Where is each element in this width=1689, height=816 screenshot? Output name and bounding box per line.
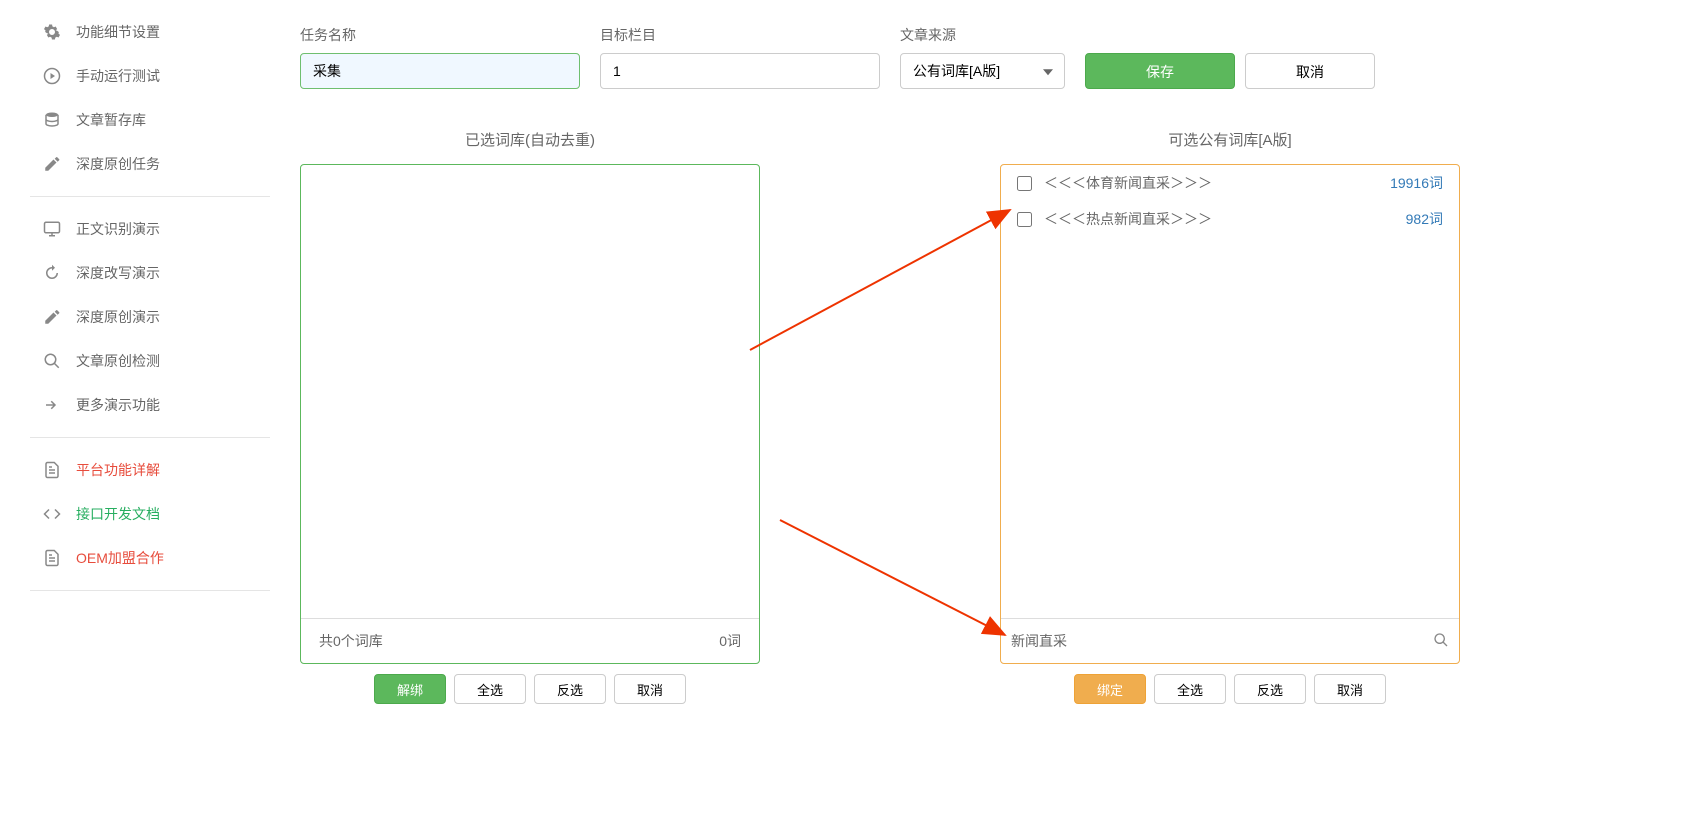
wordlib-checkbox[interactable] — [1017, 176, 1032, 191]
task-name-input[interactable] — [300, 53, 580, 89]
search-input[interactable] — [1011, 633, 1433, 649]
task-name-label: 任务名称 — [300, 25, 580, 45]
footer-count: 共0个词库 — [319, 631, 383, 651]
cancel-button[interactable]: 取消 — [1314, 674, 1386, 704]
sidebar-divider — [30, 590, 270, 591]
right-panel-wrap: 可选公有词库[A版] ＜＜＜体育新闻直采＞＞＞ 19916词 ＜＜＜热点新闻直采… — [1000, 129, 1460, 704]
sidebar-item-api-docs[interactable]: 接口开发文档 — [30, 492, 270, 536]
selected-wordlib-body — [301, 165, 759, 618]
share-icon — [40, 396, 64, 414]
database-icon — [40, 111, 64, 129]
available-wordlib-panel: ＜＜＜体育新闻直采＞＞＞ 19916词 ＜＜＜热点新闻直采＞＞＞ 982词 — [1000, 164, 1460, 664]
wordlib-item[interactable]: ＜＜＜体育新闻直采＞＞＞ 19916词 — [1001, 165, 1459, 201]
sidebar-item-platform-docs[interactable]: 平台功能详解 — [30, 448, 270, 492]
sidebar-label: 深度原创任务 — [76, 154, 160, 174]
sidebar-divider — [30, 437, 270, 438]
sidebar-divider — [30, 196, 270, 197]
wordlib-count: 982词 — [1406, 209, 1443, 229]
sidebar-item-more-demo[interactable]: 更多演示功能 — [30, 383, 270, 427]
source-label: 文章来源 — [900, 25, 1065, 45]
sidebar-item-oem[interactable]: OEM加盟合作 — [30, 536, 270, 580]
unbind-button[interactable]: 解绑 — [374, 674, 446, 704]
source-select[interactable]: 公有词库[A版] — [900, 53, 1065, 89]
main-content: 任务名称 目标栏目 文章来源 公有词库[A版] 保存 取消 已选词库(自动去重) — [300, 25, 1649, 704]
left-panel-buttons: 解绑 全选 反选 取消 — [300, 674, 760, 704]
right-panel-title: 可选公有词库[A版] — [1000, 129, 1460, 150]
sidebar-item-article-store[interactable]: 文章暂存库 — [30, 98, 270, 142]
right-panel-buttons: 绑定 全选 反选 取消 — [1000, 674, 1460, 704]
cancel-button[interactable]: 取消 — [1245, 53, 1375, 89]
sidebar-item-original-demo[interactable]: 深度原创演示 — [30, 295, 270, 339]
gears-icon — [40, 23, 64, 41]
form-actions: 保存 取消 — [1085, 25, 1375, 89]
wordlib-checkbox[interactable] — [1017, 212, 1032, 227]
wordlib-item[interactable]: ＜＜＜热点新闻直采＞＞＞ 982词 — [1001, 201, 1459, 237]
available-wordlib-search — [1001, 618, 1459, 663]
select-all-button[interactable]: 全选 — [454, 674, 526, 704]
form-group-source: 文章来源 公有词库[A版] — [900, 25, 1065, 89]
sidebar-label: OEM加盟合作 — [76, 548, 164, 568]
wordlib-name: ＜＜＜热点新闻直采＞＞＞ — [1044, 209, 1406, 229]
selected-wordlib-panel: 共0个词库 0词 — [300, 164, 760, 664]
target-column-input[interactable] — [600, 53, 880, 89]
edit-icon — [40, 308, 64, 326]
left-panel-title: 已选词库(自动去重) — [300, 129, 760, 150]
sidebar-item-detect[interactable]: 文章原创检测 — [30, 339, 270, 383]
invert-button[interactable]: 反选 — [1234, 674, 1306, 704]
sidebar-label: 接口开发文档 — [76, 504, 160, 524]
sidebar-label: 手动运行测试 — [76, 66, 160, 86]
doc-icon — [40, 549, 64, 567]
search-icon[interactable] — [1433, 632, 1449, 651]
refresh-icon — [40, 264, 64, 282]
sidebar-label: 正文识别演示 — [76, 219, 160, 239]
sidebar-item-settings[interactable]: 功能细节设置 — [30, 10, 270, 54]
sidebar: 功能细节设置 手动运行测试 文章暂存库 深度原创任务 正文识别演示 深度改写演示… — [30, 10, 270, 601]
sidebar-label: 深度原创演示 — [76, 307, 160, 327]
invert-button[interactable]: 反选 — [534, 674, 606, 704]
sidebar-label: 平台功能详解 — [76, 460, 160, 480]
panels-row: 已选词库(自动去重) 共0个词库 0词 解绑 全选 反选 取消 可选公有词库[A… — [300, 129, 1649, 704]
sidebar-item-manual-run[interactable]: 手动运行测试 — [30, 54, 270, 98]
available-wordlib-body: ＜＜＜体育新闻直采＞＞＞ 19916词 ＜＜＜热点新闻直采＞＞＞ 982词 — [1001, 165, 1459, 618]
sidebar-label: 文章暂存库 — [76, 110, 146, 130]
target-column-label: 目标栏目 — [600, 25, 880, 45]
sidebar-label: 更多演示功能 — [76, 395, 160, 415]
form-row: 任务名称 目标栏目 文章来源 公有词库[A版] 保存 取消 — [300, 25, 1649, 89]
doc-icon — [40, 461, 64, 479]
wordlib-count: 19916词 — [1390, 173, 1443, 193]
sidebar-label: 深度改写演示 — [76, 263, 160, 283]
form-group-taskname: 任务名称 — [300, 25, 580, 89]
select-all-button[interactable]: 全选 — [1154, 674, 1226, 704]
left-panel-wrap: 已选词库(自动去重) 共0个词库 0词 解绑 全选 反选 取消 — [300, 129, 760, 704]
sidebar-item-rewrite-demo[interactable]: 深度改写演示 — [30, 251, 270, 295]
footer-words: 0词 — [719, 631, 741, 651]
sidebar-item-content-demo[interactable]: 正文识别演示 — [30, 207, 270, 251]
save-button[interactable]: 保存 — [1085, 53, 1235, 89]
code-icon — [40, 505, 64, 523]
play-icon — [40, 67, 64, 85]
cancel-button[interactable]: 取消 — [614, 674, 686, 704]
monitor-icon — [40, 220, 64, 238]
selected-wordlib-footer: 共0个词库 0词 — [301, 618, 759, 663]
sidebar-label: 功能细节设置 — [76, 22, 160, 42]
edit-icon — [40, 155, 64, 173]
form-group-target: 目标栏目 — [600, 25, 880, 89]
bind-button[interactable]: 绑定 — [1074, 674, 1146, 704]
sidebar-item-deep-original[interactable]: 深度原创任务 — [30, 142, 270, 186]
sidebar-label: 文章原创检测 — [76, 351, 160, 371]
search-icon — [40, 352, 64, 370]
wordlib-name: ＜＜＜体育新闻直采＞＞＞ — [1044, 173, 1390, 193]
